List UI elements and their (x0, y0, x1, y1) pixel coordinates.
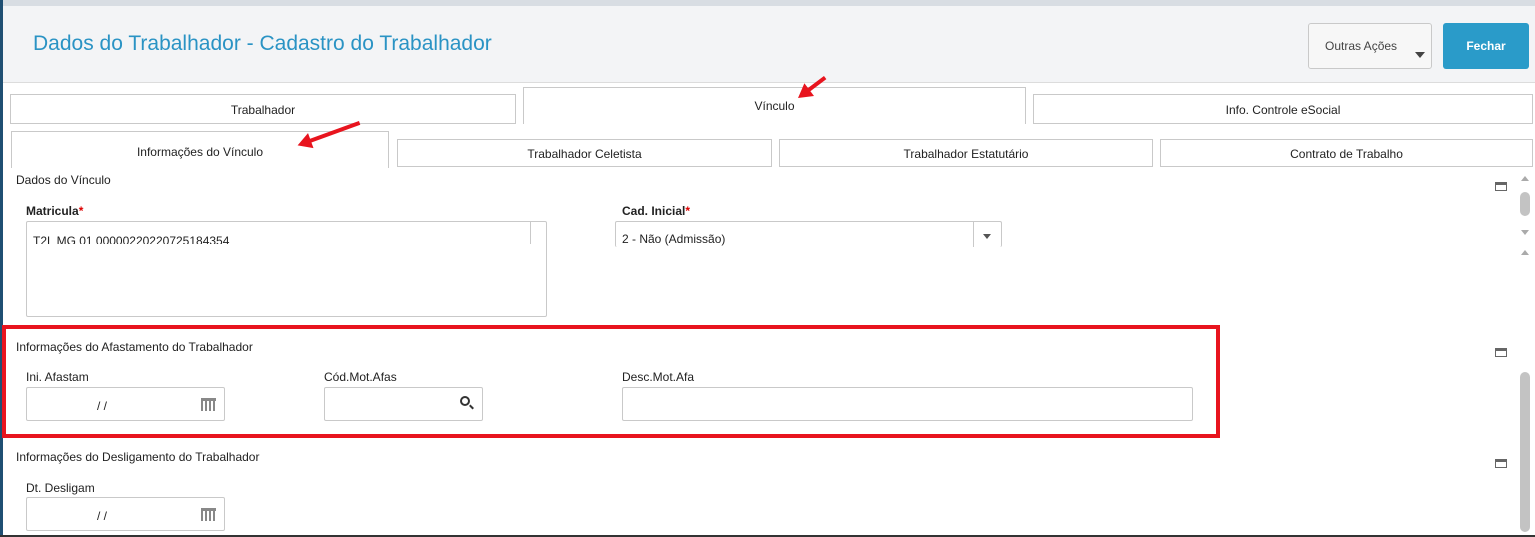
scroll-down-icon[interactable] (1521, 230, 1529, 235)
tab-informacoes-do-vinculo[interactable]: Informações do Vínculo (11, 131, 389, 168)
outras-acoes-label: Outras Ações (1325, 39, 1398, 53)
collapse-icon[interactable] (1495, 182, 1507, 191)
required-mark: * (78, 204, 84, 218)
cad-inicial-select[interactable]: 2 - Não (Admissão) (615, 221, 1002, 247)
matricula-divider (27, 244, 529, 245)
fechar-button[interactable]: Fechar (1443, 23, 1529, 69)
scroll-thumb[interactable] (1520, 192, 1530, 216)
tab-vinculo[interactable]: Vínculo (523, 87, 1026, 124)
required-mark: * (685, 204, 691, 218)
tab-trabalhador-celetista[interactable]: Trabalhador Celetista (397, 139, 772, 167)
scrollbar[interactable] (1517, 172, 1533, 536)
dt-desligam-value: / / (97, 509, 108, 523)
page-header: Dados do Trabalhador - Cadastro do Traba… (3, 6, 1535, 83)
dt-desligam-label: Dt. Desligam (26, 481, 95, 495)
matricula-label-text: Matricula (26, 204, 79, 218)
chevron-down-icon (1415, 52, 1425, 58)
section-title-dados-vinculo: Dados do Vínculo (16, 173, 111, 187)
chevron-down-icon (973, 222, 1001, 247)
matricula-label: Matricula* (26, 204, 83, 218)
cad-inicial-label-text: Cad. Inicial (622, 204, 686, 218)
tab-trabalhador-estatutario[interactable]: Trabalhador Estatutário (779, 139, 1153, 167)
tab-trabalhador[interactable]: Trabalhador (10, 94, 516, 124)
dt-desligam-date-field[interactable]: / / (26, 497, 225, 531)
scroll-up-icon[interactable] (1521, 250, 1529, 255)
scroll-thumb[interactable] (1520, 372, 1530, 532)
collapse-icon[interactable] (1495, 348, 1507, 357)
tab-info-controle-esocial[interactable]: Info. Controle eSocial (1033, 94, 1533, 124)
matricula-value: T2L MG 01 00000220220725184354 (33, 234, 230, 248)
cad-inicial-value: 2 - Não (Admissão) (622, 232, 726, 246)
matricula-divider-v (530, 222, 531, 244)
section-title-desligamento: Informações do Desligamento do Trabalhad… (16, 450, 260, 464)
tab-contrato-de-trabalho[interactable]: Contrato de Trabalho (1160, 139, 1533, 167)
calendar-icon[interactable] (201, 508, 216, 521)
collapse-icon[interactable] (1495, 459, 1507, 468)
matricula-field[interactable]: T2L MG 01 00000220220725184354 (26, 221, 547, 317)
cad-inicial-label: Cad. Inicial* (622, 204, 690, 218)
highlight-box (2, 325, 1220, 438)
outras-acoes-button[interactable]: Outras Ações (1308, 23, 1432, 69)
page-title: Dados do Trabalhador - Cadastro do Traba… (33, 32, 492, 55)
scroll-up-icon[interactable] (1521, 176, 1529, 181)
